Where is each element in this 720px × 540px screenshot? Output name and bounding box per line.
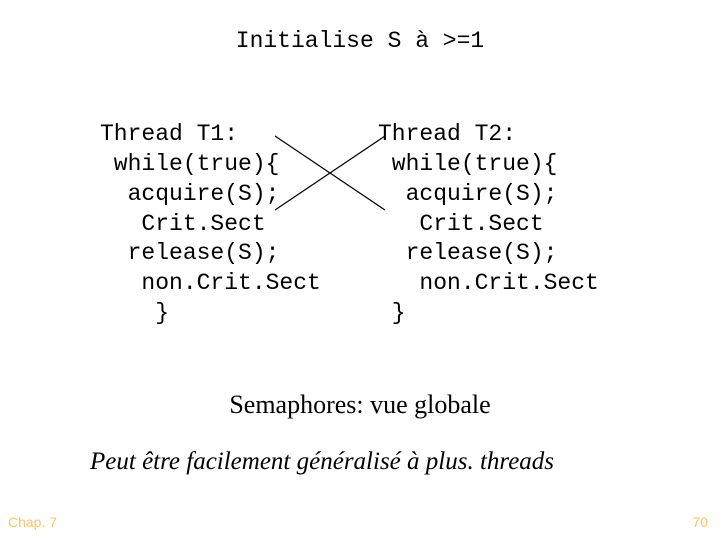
- thread2-l3: Crit.Sect: [378, 211, 544, 237]
- thread2-l6: }: [378, 300, 406, 326]
- thread1-block: Thread T1: while(true){ acquire(S); Crit…: [100, 90, 321, 329]
- footer-chapter: Chap. 7: [8, 514, 57, 530]
- thread2-l4: release(S);: [378, 240, 557, 266]
- thread1-l4: release(S);: [100, 240, 279, 266]
- thread1-title: Thread T1:: [100, 121, 238, 147]
- thread2-l2: acquire(S);: [378, 181, 557, 207]
- generalize-note: Peut être facilement généralisé à plus. …: [90, 448, 554, 476]
- subtitle: Semaphores: vue globale: [0, 390, 720, 420]
- thread1-l3: Crit.Sect: [100, 211, 266, 237]
- thread1-l6: }: [100, 300, 169, 326]
- thread2-title: Thread T2:: [378, 121, 516, 147]
- thread1-l1: while(true){: [100, 151, 279, 177]
- init-line: Initialise S à >=1: [0, 28, 720, 54]
- thread2-block: Thread T2: while(true){ acquire(S); Crit…: [378, 90, 599, 329]
- thread2-l5: non.Crit.Sect: [378, 270, 599, 296]
- slide: Initialise S à >=1 Thread T1: while(true…: [0, 0, 720, 540]
- footer-page-number: 70: [692, 514, 708, 530]
- thread1-l5: non.Crit.Sect: [100, 270, 321, 296]
- thread1-l2: acquire(S);: [100, 181, 279, 207]
- thread2-l1: while(true){: [378, 151, 557, 177]
